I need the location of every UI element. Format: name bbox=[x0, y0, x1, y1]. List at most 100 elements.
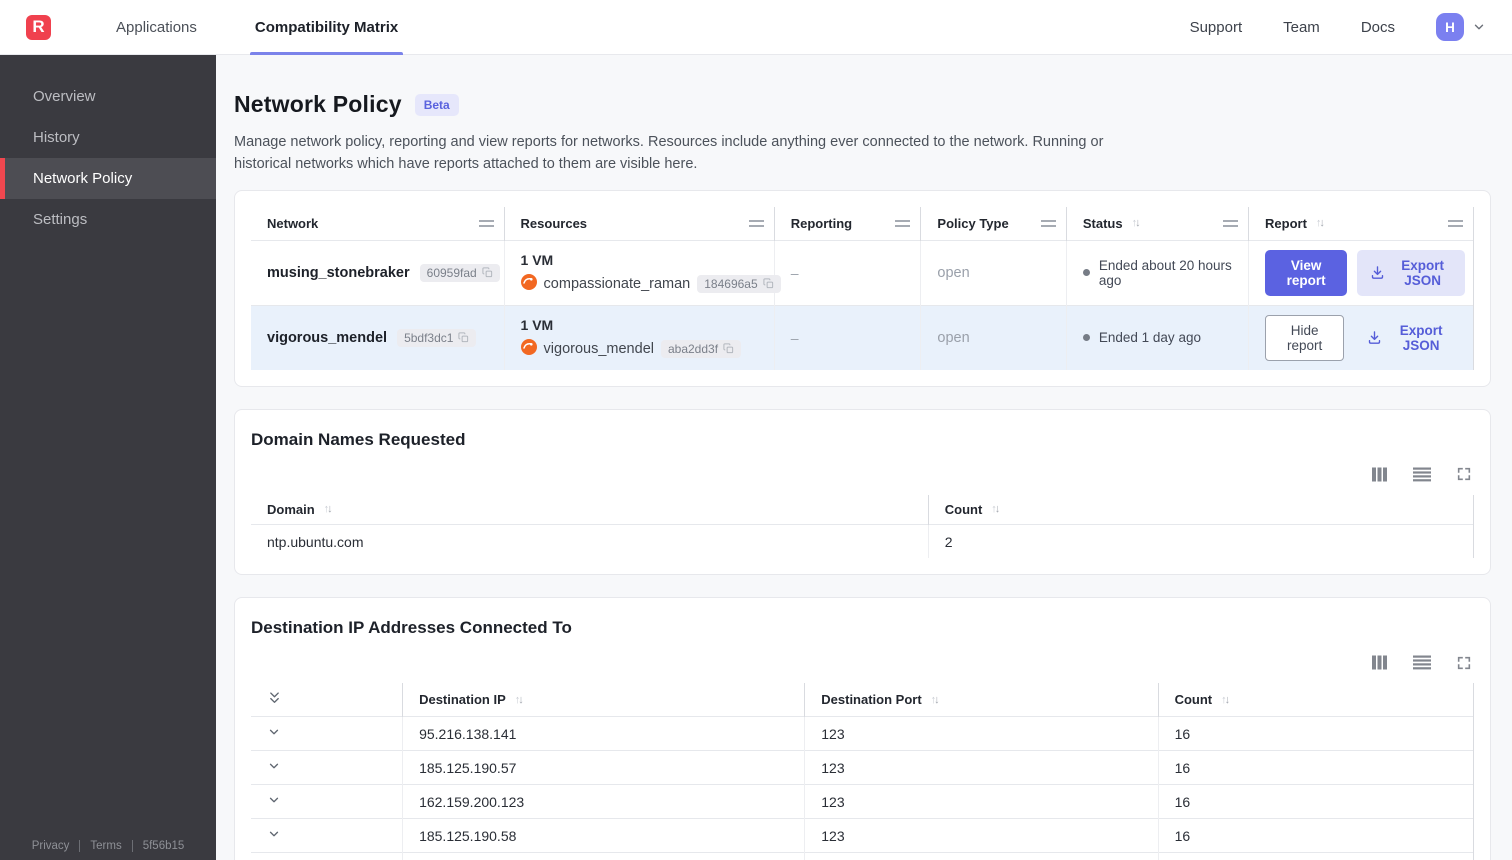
sort-arrows-icon[interactable]: ↑↓ bbox=[931, 694, 940, 706]
vm-name: vigorous_mendel bbox=[543, 340, 654, 357]
sidebar-footer: Privacy Terms 5f56b15 bbox=[0, 840, 216, 852]
copy-icon[interactable] bbox=[482, 267, 493, 278]
column-drag-handle-icon[interactable] bbox=[895, 219, 911, 227]
destination-row: 95.216.100.21 123 16 bbox=[251, 852, 1475, 860]
main-content: Network Policy Beta Manage network polic… bbox=[216, 55, 1512, 860]
status-text: Ended 1 day ago bbox=[1098, 330, 1201, 346]
reporting-value: – bbox=[790, 264, 799, 281]
sidebar-item-settings[interactable]: Settings bbox=[0, 199, 216, 240]
avatar[interactable]: H bbox=[1436, 13, 1464, 41]
fullscreen-icon[interactable] bbox=[1456, 466, 1472, 482]
sidebar-nav: Overview History Network Policy Settings bbox=[0, 76, 216, 240]
domains-section-title: Domain Names Requested bbox=[251, 429, 466, 449]
tab-compatibility-matrix[interactable]: Compatibility Matrix bbox=[226, 0, 427, 55]
destinations-section-title: Destination IP Addresses Connected To bbox=[251, 618, 572, 638]
row-height-icon[interactable] bbox=[1413, 466, 1431, 483]
export-json-button[interactable]: Export JSON bbox=[1357, 249, 1465, 296]
chevron-down-icon[interactable] bbox=[1472, 20, 1486, 34]
col-header-count[interactable]: Count ↑↓ bbox=[1158, 683, 1475, 717]
vm-qemu-icon bbox=[520, 338, 537, 359]
link-docs[interactable]: Docs bbox=[1361, 19, 1395, 36]
export-json-button[interactable]: Export JSON bbox=[1354, 315, 1465, 361]
view-report-button[interactable]: View report bbox=[1265, 249, 1348, 296]
columns-icon[interactable] bbox=[1371, 654, 1388, 671]
terms-link[interactable]: Terms bbox=[90, 840, 121, 852]
count-value: 16 bbox=[1158, 784, 1475, 819]
sidebar-item-network-policy[interactable]: Network Policy bbox=[0, 158, 216, 199]
link-support[interactable]: Support bbox=[1190, 19, 1243, 36]
columns-icon[interactable] bbox=[1371, 466, 1388, 483]
link-team[interactable]: Team bbox=[1283, 19, 1320, 36]
destinations-card: Destination IP Addresses Connected To De… bbox=[234, 597, 1491, 860]
destination-port-value: 123 bbox=[804, 716, 1159, 751]
copy-icon[interactable] bbox=[458, 332, 469, 343]
chevron-down-icon[interactable] bbox=[267, 725, 281, 739]
chevron-down-icon[interactable] bbox=[267, 827, 281, 841]
vm-name: compassionate_raman bbox=[543, 275, 691, 292]
column-drag-handle-icon[interactable] bbox=[1448, 219, 1463, 227]
policy-type-value: open bbox=[937, 265, 970, 282]
sidebar-item-overview[interactable]: Overview bbox=[0, 76, 216, 117]
tab-applications[interactable]: Applications bbox=[87, 0, 226, 55]
vm-qemu-icon bbox=[520, 273, 537, 294]
domains-card: Domain Names Requested Domain ↑↓ Count ↑↓ … bbox=[234, 408, 1491, 576]
col-header-destination-port[interactable]: Destination Port ↑↓ bbox=[804, 683, 1159, 717]
copy-icon[interactable] bbox=[723, 343, 734, 354]
networks-card: Network Resources Reporting Policy Type … bbox=[234, 189, 1491, 387]
network-name: musing_stonebraker bbox=[267, 264, 410, 281]
chevron-down-icon[interactable] bbox=[267, 793, 281, 807]
build-version: 5f56b15 bbox=[142, 840, 185, 852]
network-name: vigorous_mendel bbox=[267, 329, 388, 346]
destination-port-value: 123 bbox=[804, 784, 1159, 819]
destination-row: 162.159.200.123 123 16 bbox=[251, 784, 1475, 819]
account-menu[interactable]: H bbox=[1436, 13, 1486, 41]
col-header-destination-ip[interactable]: Destination IP ↑↓ bbox=[402, 683, 806, 717]
vm-count: 1 VM bbox=[520, 316, 554, 333]
col-header-status[interactable]: Status ↑↓ bbox=[1066, 206, 1250, 241]
sort-arrows-icon[interactable]: ↑↓ bbox=[324, 503, 333, 515]
double-chevron-down-icon[interactable] bbox=[267, 690, 282, 706]
sort-arrows-icon[interactable]: ↑↓ bbox=[991, 503, 1000, 515]
column-drag-handle-icon[interactable] bbox=[1040, 219, 1056, 227]
sort-arrows-icon[interactable]: ↑↓ bbox=[515, 694, 524, 706]
table-toolbar bbox=[251, 466, 1472, 483]
col-header-expand-all bbox=[251, 683, 404, 717]
divider bbox=[79, 840, 81, 852]
destination-ip-value: 185.125.190.58 bbox=[402, 818, 806, 853]
network-row[interactable]: musing_stonebraker 60959fad 1 VM compass… bbox=[251, 239, 1474, 306]
domains-table: Domain ↑↓ Count ↑↓ ntp.ubuntu.com 2 bbox=[251, 494, 1475, 559]
row-height-icon[interactable] bbox=[1413, 654, 1431, 671]
sidebar-item-history[interactable]: History bbox=[0, 117, 216, 158]
sidebar: Overview History Network Policy Settings… bbox=[0, 55, 216, 860]
destination-port-value: 123 bbox=[804, 818, 1159, 853]
primary-tabs: Applications Compatibility Matrix bbox=[87, 0, 427, 55]
destination-ip-value: 95.216.138.141 bbox=[402, 716, 806, 751]
column-drag-handle-icon[interactable] bbox=[748, 219, 764, 227]
fullscreen-icon[interactable] bbox=[1456, 655, 1472, 671]
privacy-link[interactable]: Privacy bbox=[32, 840, 70, 852]
column-drag-handle-icon[interactable] bbox=[1223, 219, 1239, 227]
hide-report-button[interactable]: Hide report bbox=[1265, 314, 1345, 361]
network-id-badge: 5bdf3dc1 bbox=[397, 328, 477, 347]
domain-row: ntp.ubuntu.com 2 bbox=[251, 523, 1475, 559]
sort-arrows-icon[interactable]: ↑↓ bbox=[1221, 694, 1230, 706]
vm-id-badge: aba2dd3f bbox=[660, 339, 742, 358]
copy-icon[interactable] bbox=[763, 278, 774, 289]
col-header-resources: Resources bbox=[504, 206, 775, 241]
sort-arrows-icon[interactable]: ↑↓ bbox=[1316, 217, 1325, 229]
destination-row: 185.125.190.58 123 16 bbox=[251, 818, 1475, 853]
col-header-network: Network bbox=[251, 206, 505, 241]
policy-type-value: open bbox=[937, 330, 970, 347]
col-header-reporting: Reporting bbox=[774, 206, 922, 241]
network-row[interactable]: vigorous_mendel 5bdf3dc1 1 VM vigorous_m… bbox=[251, 304, 1474, 370]
brand-logo-r[interactable]: R bbox=[26, 14, 51, 40]
column-drag-handle-icon[interactable] bbox=[478, 219, 494, 227]
sort-arrows-icon[interactable]: ↑↓ bbox=[1132, 217, 1141, 229]
count-value: 16 bbox=[1158, 818, 1475, 853]
col-header-domain[interactable]: Domain ↑↓ bbox=[251, 494, 929, 525]
vm-count: 1 VM bbox=[520, 251, 554, 268]
col-header-report[interactable]: Report ↑↓ bbox=[1248, 206, 1474, 241]
chevron-down-icon[interactable] bbox=[267, 759, 281, 773]
col-header-count[interactable]: Count ↑↓ bbox=[928, 494, 1475, 525]
count-value: 16 bbox=[1158, 716, 1475, 751]
